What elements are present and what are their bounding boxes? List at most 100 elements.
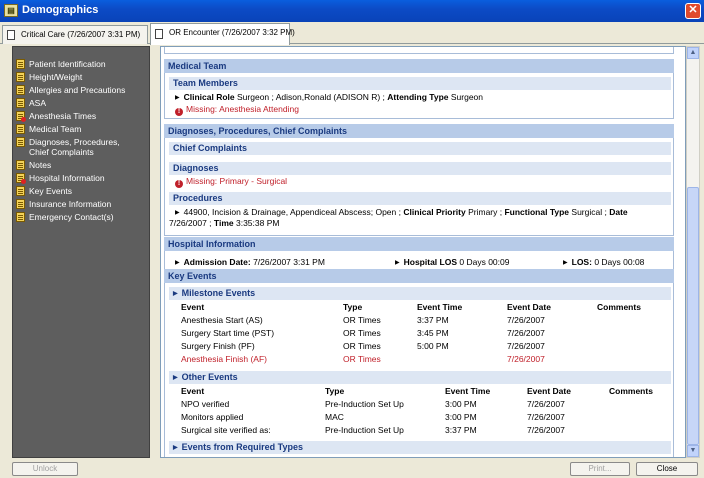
procedure-text: 44900, Incision & Drainage, Appendiceal … — [183, 207, 401, 217]
document-icon — [16, 85, 25, 95]
other-date: 7/26/2007 — [527, 425, 565, 435]
missing-text: Missing: Anesthesia Attending — [186, 104, 299, 114]
sidebar-item-label: Emergency Contact(s) — [29, 212, 114, 222]
sidebar-item-hospital-information[interactable]: Hospital Information — [16, 173, 105, 184]
column-header-event-time: Event Time — [417, 302, 463, 312]
sidebar: Patient Identification Height/Weight All… — [12, 46, 150, 458]
milestone-time: 3:45 PM — [417, 328, 449, 338]
bullet-arrow-icon: ▶ — [563, 260, 568, 266]
time-label: Time — [213, 218, 234, 228]
milestone-date: 7/26/2007 — [507, 341, 545, 351]
bullet-arrow-icon: ▶ — [175, 210, 180, 216]
document-icon — [16, 137, 25, 147]
other-events-label: Other Events — [181, 372, 238, 382]
sidebar-item-notes[interactable]: Notes — [16, 160, 52, 170]
milestone-date: 7/26/2007 — [507, 315, 545, 325]
sidebar-item-key-events[interactable]: Key Events — [16, 186, 72, 196]
milestone-type-missing: OR Times — [343, 354, 381, 364]
required-events-header[interactable]: ▶ Events from Required Types — [169, 441, 671, 454]
sidebar-item-patient-identification[interactable]: Patient Identification — [16, 59, 106, 69]
section-header-hospital-information: Hospital Information — [164, 237, 674, 251]
milestone-type: OR Times — [343, 341, 381, 351]
vertical-scrollbar[interactable]: ▲ ▼ — [686, 46, 700, 458]
functional-type-label: Functional Type — [504, 207, 570, 217]
column-header-comments: Comments — [609, 386, 653, 396]
procedure-line-2: 7/26/2007 ; Time 3:35:38 PM — [169, 218, 279, 228]
clinical-priority-label: Clinical Priority — [403, 207, 466, 217]
bullet-arrow-icon: ▶ — [175, 95, 180, 101]
chief-complaints-header: Chief Complaints — [169, 142, 671, 155]
hospital-los-label: Hospital LOS — [403, 257, 457, 267]
unlock-button[interactable]: Unlock — [12, 462, 78, 476]
milestone-time: 3:37 PM — [417, 315, 449, 325]
bullet-arrow-icon: ▶ — [395, 260, 400, 266]
missing-primary-surgical[interactable]: ! Missing: Primary - Surgical — [175, 176, 287, 188]
other-type: Pre-Induction Set Up — [325, 425, 404, 435]
sidebar-item-label: Notes — [29, 160, 52, 170]
attending-type-value: Surgeon — [450, 92, 484, 102]
window-title: Demographics — [22, 4, 99, 16]
other-event: Monitors applied — [181, 412, 244, 422]
column-header-event: Event — [181, 386, 205, 396]
sidebar-item-label: Medical Team — [29, 124, 82, 134]
milestone-event: Surgery Finish (PF) — [181, 341, 255, 351]
sidebar-item-medical-team[interactable]: Medical Team — [16, 124, 82, 134]
sidebar-item-label-line2: Chief Complaints — [29, 147, 94, 157]
tab-or-encounter[interactable]: OR Encounter (7/26/2007 3:32 PM) — [150, 23, 295, 45]
other-time: 3:00 PM — [445, 399, 477, 409]
los: ▶ LOS: 0 Days 00:08 — [563, 257, 644, 268]
medical-team-box: Team Members ▶ Clinical Role Surgeon ; Ad… — [164, 73, 674, 119]
clinical-role-label: Clinical Role — [183, 92, 235, 102]
error-icon: ! — [175, 108, 183, 116]
column-header-comments: Comments — [597, 302, 641, 312]
app-icon: ▤ — [4, 4, 18, 17]
document-icon — [16, 186, 25, 196]
diagnoses-header: Diagnoses — [169, 162, 671, 175]
other-events-header[interactable]: ▶ Other Events — [169, 371, 671, 384]
section-header-medical-team: Medical Team — [164, 59, 674, 73]
required-events-label: Events from Required Types — [181, 442, 303, 452]
scroll-up-icon[interactable]: ▲ — [687, 47, 699, 59]
sidebar-item-diagnoses[interactable]: Diagnoses, Procedures, Chief Complaints — [16, 137, 120, 157]
clinical-priority-value: Primary ; — [468, 207, 503, 217]
scroll-thumb[interactable] — [687, 187, 699, 445]
sidebar-item-height-weight[interactable]: Height/Weight — [16, 72, 82, 82]
print-button[interactable]: Print... — [570, 462, 630, 476]
sidebar-item-asa[interactable]: ASA — [16, 98, 46, 108]
other-event: NPO verified — [181, 399, 230, 409]
attending-type-label: Attending Type — [387, 92, 449, 102]
milestone-events-header[interactable]: ▶ Milestone Events — [169, 287, 671, 300]
sidebar-item-label: Key Events — [29, 186, 72, 196]
sidebar-item-allergies[interactable]: Allergies and Precautions — [16, 85, 125, 95]
diagnoses-box: Chief Complaints Diagnoses ! Missing: Pri… — [164, 138, 674, 236]
procedure-line: ▶ 44900, Incision & Drainage, Appendiceal… — [175, 207, 628, 218]
scroll-down-icon[interactable]: ▼ — [687, 445, 699, 457]
other-time: 3:00 PM — [445, 412, 477, 422]
sidebar-item-insurance[interactable]: Insurance Information — [16, 199, 111, 209]
other-type: MAC — [325, 412, 344, 422]
other-time: 3:37 PM — [445, 425, 477, 435]
sidebar-item-emergency-contacts[interactable]: Emergency Contact(s) — [16, 212, 114, 222]
tab-label: Critical Care (7/26/2007 3:31 PM) — [21, 30, 141, 39]
column-header-event-time: Event Time — [445, 386, 491, 396]
close-button[interactable]: Close — [636, 462, 698, 476]
team-members-header: Team Members — [169, 77, 671, 90]
sidebar-item-anesthesia-times[interactable]: Anesthesia Times — [16, 111, 96, 122]
tab-label: OR Encounter (7/26/2007 3:32 PM) — [169, 28, 295, 37]
column-header-type: Type — [343, 302, 363, 312]
admission-date-label: Admission Date: — [183, 257, 251, 267]
column-header-event: Event — [181, 302, 205, 312]
other-date: 7/26/2007 — [527, 412, 565, 422]
date-label: Date — [609, 207, 628, 217]
milestone-date: 7/26/2007 — [507, 328, 545, 338]
error-icon: ! — [175, 180, 183, 188]
sidebar-item-label: Hospital Information — [29, 173, 105, 183]
expand-arrow-icon: ▶ — [173, 375, 178, 381]
close-icon[interactable]: ✕ — [685, 3, 701, 19]
milestone-time: 5:00 PM — [417, 341, 449, 351]
hospital-box: ▶ Admission Date: 7/26/2007 3:31 PM ▶ Hosp… — [164, 251, 674, 271]
document-warning-icon — [16, 111, 26, 122]
document-warning-icon — [16, 173, 26, 184]
tab-critical-care[interactable]: Critical Care (7/26/2007 3:31 PM) — [2, 25, 148, 44]
missing-anesthesia-attending[interactable]: ! Missing: Anesthesia Attending — [175, 104, 299, 116]
